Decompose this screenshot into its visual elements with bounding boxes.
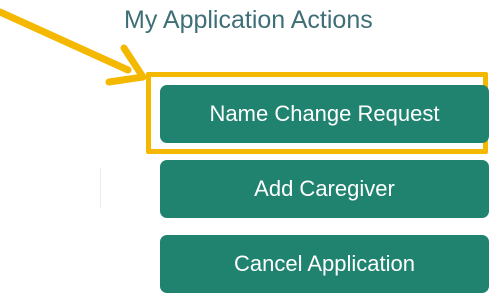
add-caregiver-button[interactable]: Add Caregiver	[160, 160, 489, 218]
name-change-request-button[interactable]: Name Change Request	[160, 85, 489, 143]
cancel-application-button[interactable]: Cancel Application	[160, 235, 489, 293]
arrow-icon	[0, 8, 147, 86]
section-title: My Application Actions	[124, 6, 373, 34]
divider	[100, 168, 101, 208]
